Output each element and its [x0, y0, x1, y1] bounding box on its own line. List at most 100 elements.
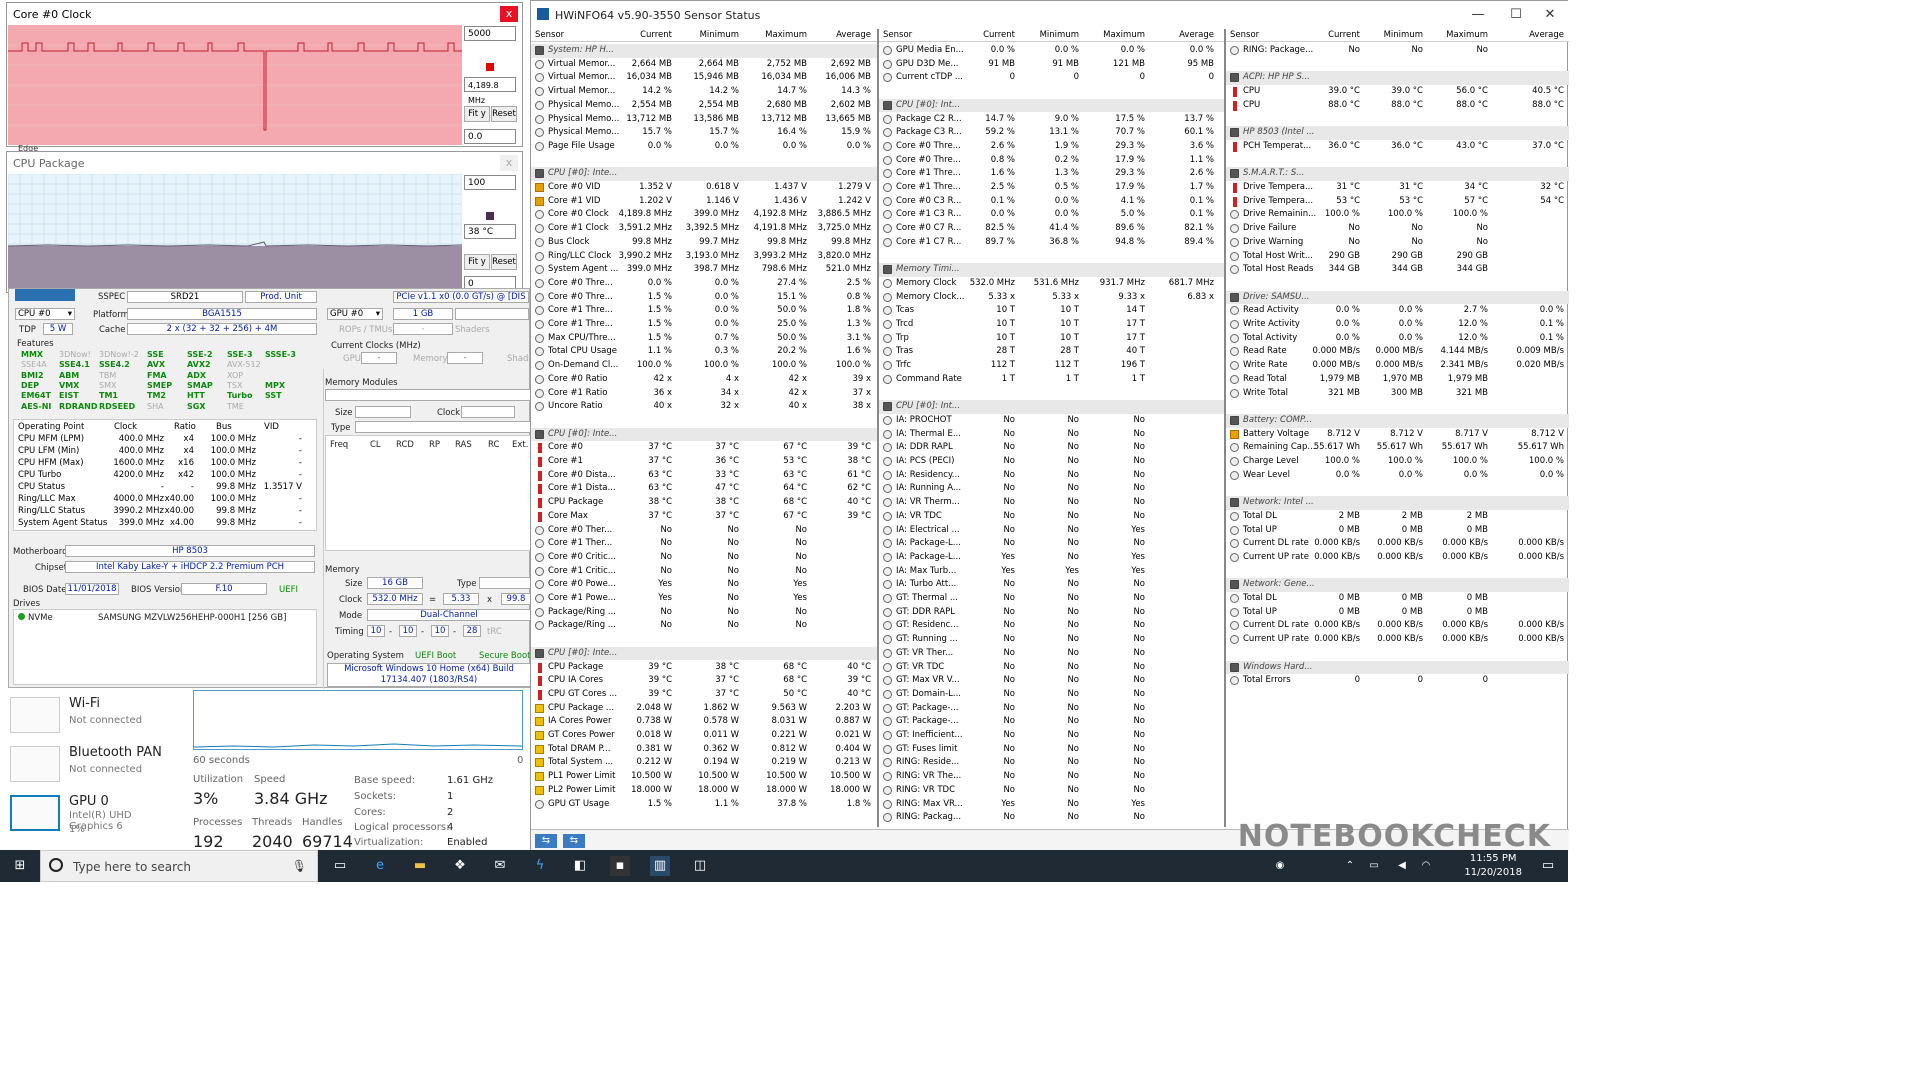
sensor-row[interactable]: Core #0 Clock 4,189.8 MHz 399.0 MHz 4,192.8… — [531, 208, 877, 222]
sensor-row[interactable]: Core #0 Thre... 0.0 % 0.0 % 27.4 % 2.5 % — [531, 277, 877, 291]
sensor-row[interactable]: IA: Residency... No No No — [879, 469, 1224, 483]
fit-y-button[interactable]: Fit y — [464, 254, 490, 270]
sensor-row[interactable]: Core #0 Thre... 2.6 % 1.9 % 29.3 % 3.6 % — [879, 140, 1224, 154]
sensor-row[interactable]: Core #0 Thre... 0.8 % 0.2 % 17.9 % 1.1 % — [879, 154, 1224, 168]
sensor-row[interactable]: IA: PROCHOT No No No — [879, 414, 1224, 428]
sidebar-item-gpu[interactable]: GPU 0 Intel(R) UHD Graphics 6 1% — [10, 790, 170, 836]
gpu-select[interactable]: GPU #0 ▾ — [327, 308, 383, 320]
sensor-row[interactable]: PCH Temperat... 36.0 °C 36.0 °C 43.0 °C 37.0… — [1226, 140, 1569, 154]
column-header[interactable]: Average — [836, 30, 871, 40]
window-titlebar[interactable]: CPU Package x — [7, 152, 522, 174]
sensor-row[interactable]: GT: Domain-L... No No No — [879, 688, 1224, 702]
sensor-row[interactable]: Tcas 10 T 10 T 14 T — [879, 304, 1224, 318]
sensor-row[interactable]: Write Activity 0.0 % 0.0 % 12.0 % 0.1 % — [1226, 318, 1569, 332]
task-view-icon[interactable]: ▭ — [330, 856, 350, 876]
sensor-row[interactable]: Total Activity 0.0 % 0.0 % 12.0 % 0.1 % — [1226, 332, 1569, 346]
sensor-row[interactable]: IA: Running A... No No No — [879, 482, 1224, 496]
microphone-icon[interactable]: 🎙 — [292, 859, 307, 873]
sensor-row[interactable]: Current DL rate 0.000 KB/s 0.000 KB/s 0.000… — [1226, 537, 1569, 551]
sensor-row[interactable]: PL2 Power Limit 18.000 W 18.000 W 18.000 W 1… — [531, 784, 877, 798]
sensor-row[interactable]: Core #1 Thre... 2.5 % 0.5 % 17.9 % 1.7 % — [879, 181, 1224, 195]
column-header[interactable]: Sensor — [883, 30, 912, 40]
sensor-panel-header[interactable]: Sensor Current Minimum Maximum Average — [879, 29, 1224, 42]
sensor-group-header[interactable]: CPU [#0]: Int... — [879, 400, 1224, 414]
sensor-row[interactable]: GPU D3D Me... 91 MB 91 MB 121 MB 95 MB — [879, 58, 1224, 72]
sensor-group-header[interactable]: CPU [#0]: Inte... — [531, 167, 877, 181]
series-color-swatch[interactable] — [486, 63, 494, 71]
sensor-row[interactable]: Total DRAM P... 0.381 W 0.362 W 0.812 W 0.40… — [531, 743, 877, 757]
sensor-row[interactable]: Core #1 C3 R... 0.0 % 0.0 % 5.0 % 0.1 % — [879, 208, 1224, 222]
sensor-row[interactable]: RING: VR The... No No No — [879, 770, 1224, 784]
sensor-row[interactable]: Total CPU Usage 1.1 % 0.3 % 20.2 % 1.6 % — [531, 345, 877, 359]
fit-y-button[interactable]: Fit y — [464, 106, 490, 122]
sensor-panel-header[interactable]: Sensor Current Minimum Maximum Average — [1226, 29, 1569, 42]
sensor-group-header[interactable]: Memory Timi... — [879, 263, 1224, 277]
sensor-row[interactable]: Core #0 Thre... 1.5 % 0.0 % 15.1 % 0.8 % — [531, 291, 877, 305]
terminal-icon[interactable]: ▪ — [610, 856, 630, 876]
sensor-row[interactable]: Core Max 37 °C 37 °C 67 °C 39 °C — [531, 510, 877, 524]
sensor-row[interactable]: IA: VR TDC No No No — [879, 510, 1224, 524]
sensor-row[interactable]: GT: Residenc... No No No — [879, 619, 1224, 633]
sensor-row[interactable]: Memory Clock... 5.33 x 5.33 x 9.33 x 6.83 x — [879, 291, 1224, 305]
sensor-row[interactable]: GPU GT Usage 1.5 % 1.1 % 37.8 % 1.8 % — [531, 798, 877, 812]
column-header[interactable]: Current — [640, 30, 672, 40]
sensor-row[interactable]: Package C3 R... 59.2 % 13.1 % 70.7 % 60.1 % — [879, 126, 1224, 140]
taskbar-clock[interactable]: 11:55 PM 11/20/2018 — [1464, 852, 1522, 880]
sensor-row[interactable]: GT: VR Ther... No No No — [879, 647, 1224, 661]
sensor-row[interactable]: GT: Thermal ... No No No — [879, 592, 1224, 606]
sensor-row[interactable]: Core #1 Thre... 1.6 % 1.3 % 29.3 % 2.6 % — [879, 167, 1224, 181]
graph-max-input[interactable]: 5000 — [464, 26, 516, 41]
sensor-row[interactable]: Charge Level 100.0 % 100.0 % 100.0 % 100.0 % — [1226, 455, 1569, 469]
sensor-row[interactable]: Total Errors 0 0 0 — [1226, 674, 1569, 688]
sensor-row[interactable]: Battery Voltage 8.712 V 8.712 V 8.717 V 8.71… — [1226, 428, 1569, 442]
sensor-row[interactable]: GT: Inefficient... No No No — [879, 729, 1224, 743]
sensor-group-header[interactable]: Drive: SAMSU... — [1226, 290, 1569, 305]
window-titlebar[interactable]: Core #0 Clock x — [7, 3, 522, 25]
sensor-row[interactable]: Core #0 Powe... Yes No Yes — [531, 578, 877, 592]
cpu-package-window[interactable]: CPU Package x 100 38 °C Fit y Reset 0 — [6, 151, 523, 293]
sensor-row[interactable]: Core #1 Ther... No No No — [531, 537, 877, 551]
sensor-row[interactable]: Tras 28 T 28 T 40 T — [879, 345, 1224, 359]
sensor-row[interactable]: IA: Package-L... Yes No Yes — [879, 551, 1224, 565]
sensor-row[interactable]: Total UP 0 MB 0 MB 0 MB — [1226, 524, 1569, 538]
sensor-row[interactable]: Total Host Reads 344 GB 344 GB 344 GB — [1226, 263, 1569, 277]
sensor-row[interactable]: Core #1 C7 R... 89.7 % 36.8 % 94.8 % 89.4 % — [879, 236, 1224, 250]
sensor-row[interactable]: Write Total 321 MB 300 MB 321 MB — [1226, 387, 1569, 401]
close-icon[interactable]: x — [500, 155, 518, 171]
column-header[interactable]: Sensor — [535, 30, 564, 40]
sensor-row[interactable]: Read Rate 0.000 MB/s 0.000 MB/s 4.144 MB/s 0… — [1226, 345, 1569, 359]
sensor-row[interactable]: GT: VR TDC No No No — [879, 661, 1224, 675]
sensor-row[interactable]: GPU Media En... 0.0 % 0.0 % 0.0 % 0.0 % — [879, 44, 1224, 58]
sensor-row[interactable]: Current DL rate 0.000 KB/s 0.000 KB/s 0.000… — [1226, 619, 1569, 633]
sensor-row[interactable]: RING: Max VR... Yes No Yes — [879, 798, 1224, 812]
sysinfo-taskbar-icon[interactable]: ◫ — [690, 856, 710, 876]
sensor-group-header[interactable]: CPU [#0]: Inte... — [531, 427, 877, 442]
sensor-group-header[interactable]: Network: Gene... — [1226, 578, 1569, 592]
sensor-row[interactable]: GT: Max VR V... No No No — [879, 674, 1224, 688]
graph-max-input[interactable]: 100 — [464, 175, 516, 190]
close-icon[interactable]: ✕ — [1535, 5, 1565, 25]
sensor-row[interactable]: Core #0 Ther... No No No — [531, 524, 877, 538]
sensor-group-header[interactable]: Network: Intel ... — [1226, 496, 1569, 510]
sensor-row[interactable]: Core #0 C3 R... 0.1 % 0.0 % 4.1 % 0.1 % — [879, 195, 1224, 209]
sensor-row[interactable]: Bus Clock 99.8 MHz 99.7 MHz 99.8 MHz 99.8 MH… — [531, 236, 877, 250]
sensor-row[interactable]: GT: Fuses limit No No No — [879, 743, 1224, 757]
sensor-row[interactable]: Remaining Cap... 55.617 Wh 55.617 Wh 55.617… — [1226, 441, 1569, 455]
cpu-select[interactable]: CPU #0 ▾ — [15, 308, 75, 320]
column-header[interactable]: Maximum — [1446, 30, 1488, 40]
sensor-row[interactable]: Core #0 Ratio 42 x 4 x 42 x 39 x — [531, 373, 877, 387]
sensor-row[interactable]: Read Total 1,979 MB 1,970 MB 1,979 MB — [1226, 373, 1569, 387]
sensor-group-header[interactable]: S.M.A.R.T.: S... — [1226, 167, 1569, 181]
sensor-row[interactable]: Total Host Writ... 290 GB 290 GB 290 GB — [1226, 250, 1569, 264]
sensor-row[interactable]: Core #1 Ratio 36 x 34 x 42 x 37 x — [531, 387, 877, 401]
sidebar-item-bluetooth[interactable]: Bluetooth PAN Not connected — [10, 741, 170, 787]
sensor-row[interactable]: RING: Reside... No No No — [879, 756, 1224, 770]
network-tray-icon[interactable]: ◉ — [1270, 856, 1290, 876]
sensor-row[interactable]: Memory Clock 532.0 MHz 531.6 MHz 931.7 MHz 6… — [879, 277, 1224, 291]
sensor-row[interactable]: Core #1 Powe... Yes No Yes — [531, 592, 877, 606]
sensor-row[interactable]: Virtual Memor... 16,034 MB 15,946 MB 16,034… — [531, 71, 877, 85]
chevron-up-icon[interactable]: ⌃ — [1340, 856, 1360, 876]
sensor-row[interactable]: PL1 Power Limit 10.500 W 10.500 W 10.500 W 1… — [531, 770, 877, 784]
sensor-row[interactable]: CPU GT Cores ... 39 °C 37 °C 50 °C 40 °C — [531, 688, 877, 702]
sensor-group-header[interactable]: CPU [#0]: Int... — [879, 98, 1224, 113]
